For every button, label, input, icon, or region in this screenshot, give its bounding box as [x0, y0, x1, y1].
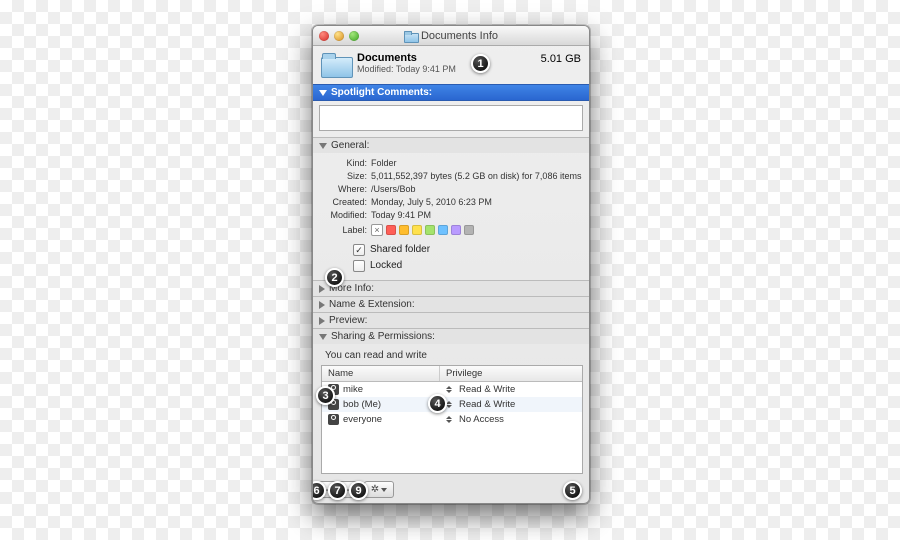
- label-label: Label:: [325, 225, 367, 235]
- section-general[interactable]: General:: [313, 137, 589, 153]
- created-label: Created:: [325, 196, 367, 209]
- section-spotlight-comments[interactable]: Spotlight Comments:: [313, 84, 589, 101]
- section-sharing-permissions[interactable]: Sharing & Permissions:: [313, 328, 589, 344]
- section-label: Preview:: [329, 315, 367, 326]
- user-name: bob (Me): [343, 399, 381, 410]
- callout-marker: 4: [428, 394, 447, 413]
- disclosure-down-icon: [319, 143, 327, 149]
- window-title: Documents Info: [421, 30, 498, 42]
- minimize-icon[interactable]: [334, 31, 344, 41]
- section-label: Name & Extension:: [329, 299, 415, 310]
- user-name: mike: [343, 384, 363, 395]
- permissions-table: Name Privilege mike Read & Write bob (Me) R…: [321, 365, 583, 474]
- where-value: /Users/Bob: [371, 183, 583, 196]
- user-icon: [328, 414, 339, 425]
- callout-marker: 1: [471, 54, 490, 73]
- shared-folder-checkbox[interactable]: ✓: [353, 244, 365, 256]
- user-name: everyone: [343, 414, 382, 425]
- sharing-body: You can read and write Name Privilege mi…: [313, 344, 589, 478]
- stepper-icon[interactable]: [446, 386, 452, 393]
- modified-value: Today 9:41 PM: [371, 209, 583, 222]
- gear-icon: ✲: [371, 484, 379, 495]
- disclosure-right-icon: [319, 317, 325, 325]
- folder-icon: [321, 52, 351, 76]
- stepper-icon[interactable]: [446, 416, 452, 423]
- table-row[interactable]: mike Read & Write: [322, 382, 582, 397]
- titlebar: Documents Info: [313, 26, 589, 46]
- table-blank-area: [322, 427, 582, 473]
- section-label: Sharing & Permissions:: [331, 331, 435, 342]
- table-row[interactable]: everyone No Access: [322, 412, 582, 427]
- disclosure-right-icon: [319, 301, 325, 309]
- label-color-swatch[interactable]: [451, 225, 461, 235]
- privilege-value: Read & Write: [459, 384, 515, 395]
- close-icon[interactable]: [319, 31, 329, 41]
- disclosure-down-icon: [319, 90, 327, 96]
- chevron-down-icon: [381, 488, 387, 492]
- general-body: Kind: Folder Size: 5,011,552,397 bytes (5.…: [313, 153, 589, 280]
- item-modified: Modified: Today 9:41 PM: [357, 64, 535, 74]
- modified-label: Modified:: [325, 209, 367, 222]
- zoom-icon[interactable]: [349, 31, 359, 41]
- privilege-value: Read & Write: [459, 399, 515, 410]
- label-color-swatch[interactable]: [399, 225, 409, 235]
- label-clear-button[interactable]: ×: [371, 224, 383, 236]
- section-label: Spotlight Comments:: [331, 87, 432, 98]
- locked-checkbox[interactable]: [353, 260, 365, 272]
- size-label: Size:: [325, 170, 367, 183]
- spotlight-comments-input[interactable]: [319, 105, 583, 131]
- permissions-summary: You can read and write: [325, 350, 583, 361]
- callout-marker: 5: [563, 481, 582, 500]
- disclosure-down-icon: [319, 334, 327, 340]
- folder-icon: [404, 31, 417, 41]
- info-header: Documents Modified: Today 9:41 PM 5.01 G…: [313, 46, 589, 84]
- label-color-swatch[interactable]: [464, 225, 474, 235]
- label-color-swatch[interactable]: [425, 225, 435, 235]
- section-name-extension[interactable]: Name & Extension:: [313, 296, 589, 312]
- label-color-swatch[interactable]: [438, 225, 448, 235]
- column-privilege[interactable]: Privilege: [440, 366, 582, 381]
- created-value: Monday, July 5, 2010 6:23 PM: [371, 196, 583, 209]
- table-row[interactable]: bob (Me) Read & Write: [322, 397, 582, 412]
- action-menu-button[interactable]: ✲: [364, 481, 394, 498]
- locked-label: Locked: [370, 258, 402, 274]
- where-label: Where:: [325, 183, 367, 196]
- shared-folder-label: Shared folder: [370, 242, 430, 258]
- callout-marker: 2: [325, 268, 344, 287]
- section-label: General:: [331, 140, 369, 151]
- label-color-swatch[interactable]: [386, 225, 396, 235]
- section-more-info[interactable]: More Info:: [313, 280, 589, 296]
- callout-marker: 3: [316, 386, 335, 405]
- traffic-lights: [319, 31, 359, 41]
- section-preview[interactable]: Preview:: [313, 312, 589, 328]
- size-value: 5,011,552,397 bytes (5.2 GB on disk) for…: [371, 170, 583, 183]
- callout-marker: 7: [328, 481, 347, 500]
- get-info-window: Documents Info Documents Modified: Today…: [312, 25, 590, 504]
- item-name: Documents: [357, 52, 535, 64]
- privilege-value: No Access: [459, 414, 504, 425]
- callout-marker: 9: [349, 481, 368, 500]
- kind-value: Folder: [371, 157, 583, 170]
- item-size: 5.01 GB: [541, 52, 581, 65]
- label-swatches: ×: [371, 224, 474, 236]
- label-color-swatch[interactable]: [412, 225, 422, 235]
- column-name[interactable]: Name: [322, 366, 440, 381]
- kind-label: Kind:: [325, 157, 367, 170]
- disclosure-right-icon: [319, 285, 325, 293]
